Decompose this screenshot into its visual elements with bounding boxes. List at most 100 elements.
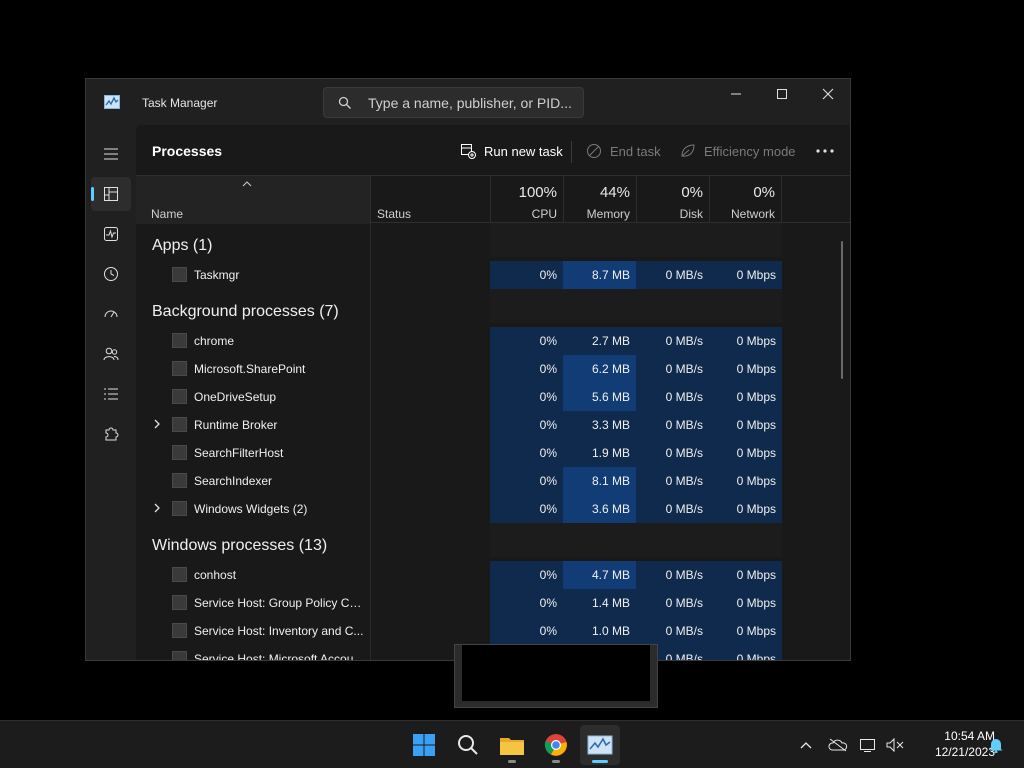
search-box[interactable]: [323, 87, 584, 118]
group-header-background[interactable]: Background processes (7): [152, 303, 339, 321]
efficiency-mode-button[interactable]: Efficiency mode: [680, 135, 796, 167]
network-cell: 0 Mbps: [709, 327, 782, 355]
vertical-scrollbar[interactable]: [841, 241, 843, 379]
close-button[interactable]: [805, 79, 850, 109]
memory-cell: 1.4 MB: [563, 589, 636, 617]
end-task-button[interactable]: End task: [586, 135, 661, 167]
show-hidden-icons-button[interactable]: [796, 735, 816, 755]
memory-cell: 8.7 MB: [563, 261, 636, 289]
maximize-button[interactable]: [759, 79, 805, 109]
column-memory-label: Memory: [586, 207, 630, 221]
column-header-memory[interactable]: 44% Memory: [563, 176, 636, 224]
nav-services[interactable]: [91, 417, 131, 451]
more-icon: [816, 149, 834, 153]
run-task-icon: [461, 144, 476, 159]
taskbar-file-explorer[interactable]: [492, 725, 532, 765]
process-icon: [172, 389, 187, 404]
search-input[interactable]: [368, 94, 573, 112]
onedrive-tray-icon[interactable]: [828, 735, 848, 755]
process-icon: [172, 361, 187, 376]
volume-tray-icon[interactable]: [885, 735, 905, 755]
group-header-windows[interactable]: Windows processes (13): [152, 537, 327, 555]
disk-cell: 0 MB/s: [636, 439, 709, 467]
network-cell: 0 Mbps: [709, 261, 782, 289]
memory-cell: 4.7 MB: [563, 561, 636, 589]
cpu-cell: 0%: [490, 617, 563, 645]
process-name: SearchIndexer: [194, 474, 273, 488]
nav-app-history[interactable]: [91, 257, 131, 291]
network-cell: 0 Mbps: [709, 355, 782, 383]
network-cell: 0 Mbps: [709, 645, 782, 660]
group-header-apps[interactable]: Apps (1): [152, 237, 212, 255]
process-icon: [172, 623, 187, 638]
more-options-button[interactable]: [808, 139, 842, 163]
group-spacer: [490, 289, 782, 323]
end-task-label: End task: [610, 143, 661, 159]
run-new-task-button[interactable]: Run new task: [460, 135, 563, 167]
taskbar-search-button[interactable]: [448, 725, 488, 765]
disk-cell: 0 MB/s: [636, 411, 709, 439]
table-row[interactable]: OneDriveSetup 0% 5.6 MB 0 MB/s 0 Mbps: [136, 383, 782, 411]
taskbar-task-manager[interactable]: [580, 725, 620, 765]
process-name: SearchFilterHost: [194, 446, 284, 460]
active-app-indicator: [592, 760, 608, 763]
table-row[interactable]: Windows Widgets (2) 0% 3.6 MB 0 MB/s 0 Mbps: [136, 495, 782, 523]
process-name: Taskmgr: [194, 268, 240, 282]
run-new-task-label: Run new task: [484, 143, 563, 159]
process-icon: [172, 501, 187, 516]
chevron-right-icon[interactable]: [152, 502, 162, 514]
column-header-cpu[interactable]: 100% CPU: [490, 176, 563, 224]
maximize-icon: [777, 89, 787, 99]
windows-logo-icon: [413, 734, 435, 756]
memory-cell: 2.7 MB: [563, 327, 636, 355]
disk-cell: 0 MB/s: [636, 467, 709, 495]
process-name: chrome: [194, 334, 235, 348]
hamburger-menu-button[interactable]: [91, 137, 131, 171]
table-row[interactable]: Runtime Broker 0% 3.3 MB 0 MB/s 0 Mbps: [136, 411, 782, 439]
nav-processes[interactable]: [91, 177, 131, 211]
cpu-cell: 0%: [490, 411, 563, 439]
system-clock[interactable]: 10:54 AM 12/21/2023: [913, 728, 995, 760]
network-cell: 0 Mbps: [709, 383, 782, 411]
network-tray-icon[interactable]: [859, 735, 879, 755]
nav-performance[interactable]: [91, 217, 131, 251]
table-row[interactable]: Service Host: Group Policy Cli... 0% 1.4 M…: [136, 589, 782, 617]
minimize-button[interactable]: [713, 79, 759, 109]
network-total: 0%: [753, 184, 775, 201]
table-row[interactable]: Microsoft.SharePoint 0% 6.2 MB 0 MB/s 0 Mbps: [136, 355, 782, 383]
column-header-status[interactable]: Status: [370, 176, 490, 224]
disk-cell: 0 MB/s: [636, 383, 709, 411]
title-bar[interactable]: Task Manager: [86, 79, 850, 125]
chevron-up-icon: [800, 742, 812, 749]
efficiency-mode-label: Efficiency mode: [704, 143, 796, 159]
navigation-pane: [86, 125, 136, 660]
clock-date: 12/21/2023: [934, 745, 995, 759]
chevron-right-icon[interactable]: [152, 418, 162, 430]
nav-users[interactable]: [91, 337, 131, 371]
table-row[interactable]: SearchFilterHost 0% 1.9 MB 0 MB/s 0 Mbps: [136, 439, 782, 467]
column-header-disk[interactable]: 0% Disk: [636, 176, 709, 224]
active-indicator: [91, 187, 94, 201]
column-header-name[interactable]: Name: [136, 176, 370, 224]
clock-time: 10:54 AM: [944, 729, 995, 743]
column-header-network[interactable]: 0% Network: [709, 176, 782, 224]
memory-cell: 3.3 MB: [563, 411, 636, 439]
nav-startup-apps[interactable]: [91, 297, 131, 331]
task-manager-icon: [104, 95, 120, 109]
table-row[interactable]: chrome 0% 2.7 MB 0 MB/s 0 Mbps: [136, 327, 782, 355]
cpu-cell: 0%: [490, 467, 563, 495]
table-row[interactable]: Service Host: Inventory and C... 0% 1.0 MB…: [136, 617, 782, 645]
memory-cell: 1.9 MB: [563, 439, 636, 467]
running-indicator: [508, 760, 516, 763]
network-cell: 0 Mbps: [709, 561, 782, 589]
notifications-button[interactable]: [986, 735, 1006, 755]
table-row[interactable]: conhost 0% 4.7 MB 0 MB/s 0 Mbps: [136, 561, 782, 589]
nav-details[interactable]: [91, 377, 131, 411]
table-row[interactable]: Taskmgr 0% 8.7 MB 0 MB/s 0 Mbps: [136, 261, 782, 289]
table-row[interactable]: SearchIndexer 0% 8.1 MB 0 MB/s 0 Mbps: [136, 467, 782, 495]
taskbar-chrome[interactable]: [536, 725, 576, 765]
start-button[interactable]: [404, 725, 444, 765]
leaf-icon: [681, 144, 695, 157]
process-icon: [172, 473, 187, 488]
disk-cell: 0 MB/s: [636, 327, 709, 355]
